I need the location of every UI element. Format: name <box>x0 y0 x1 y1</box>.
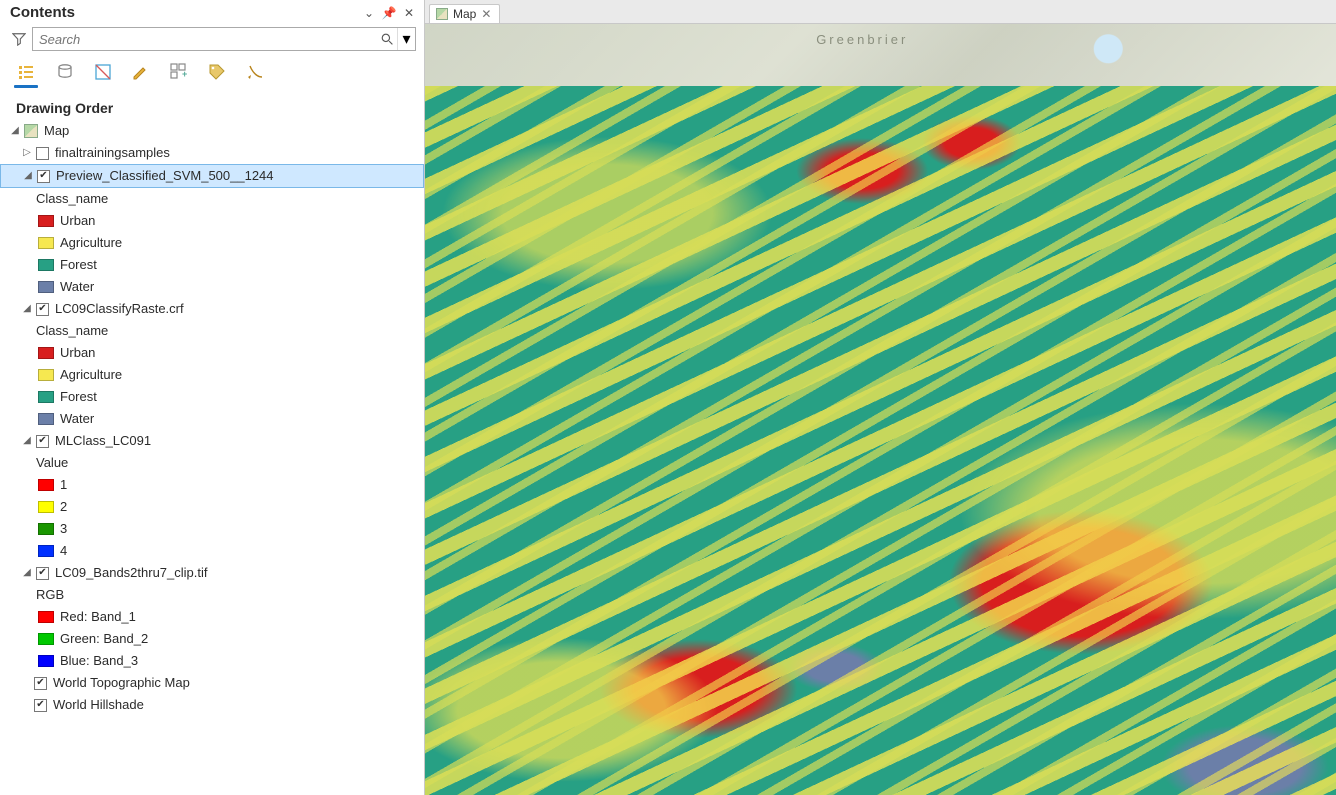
view-tab-strip: Map ✕ <box>425 0 1336 24</box>
filter-icon[interactable] <box>10 30 28 48</box>
collapse-icon[interactable]: ◢ <box>22 436 32 446</box>
layer-checkbox[interactable] <box>37 170 50 183</box>
legend-item: Urban <box>0 210 424 232</box>
tree-root-map[interactable]: ◢ Map <box>0 120 424 142</box>
collapse-icon[interactable]: ◢ <box>22 568 32 578</box>
color-swatch <box>38 369 54 381</box>
layer-checkbox[interactable] <box>36 303 49 316</box>
color-swatch <box>38 413 54 425</box>
color-swatch <box>38 611 54 623</box>
tab-label: Map <box>453 7 476 21</box>
legend-heading: RGB <box>0 584 424 606</box>
collapse-icon[interactable]: ◢ <box>23 171 33 181</box>
legend-item: Blue: Band_3 <box>0 650 424 672</box>
color-swatch <box>38 391 54 403</box>
active-tab-indicator <box>14 85 38 88</box>
color-swatch <box>38 259 54 271</box>
legend-heading: Value <box>0 452 424 474</box>
legend-item: 2 <box>0 496 424 518</box>
map-label: Map <box>44 122 69 140</box>
map-icon <box>436 8 448 20</box>
legend-item: 4 <box>0 540 424 562</box>
list-by-data-source-icon[interactable] <box>54 61 76 83</box>
panel-header: Contents ⌄ 📌 ✕ <box>0 0 424 25</box>
legend-item: 1 <box>0 474 424 496</box>
panel-controls: ⌄ 📌 ✕ <box>362 6 416 20</box>
search-input[interactable] <box>33 32 377 47</box>
pin-icon[interactable]: 📌 <box>382 6 396 20</box>
legend-item: Water <box>0 408 424 430</box>
layer-label: World Topographic Map <box>53 674 190 692</box>
color-swatch <box>38 215 54 227</box>
list-by-labeling-icon[interactable] <box>206 61 228 83</box>
layer-label: finaltrainingsamples <box>55 144 170 162</box>
map-canvas[interactable]: Greenbrier <box>425 24 1336 795</box>
layer-label: World Hillshade <box>53 696 144 714</box>
color-swatch <box>38 633 54 645</box>
contents-panel: Contents ⌄ 📌 ✕ ▾ <box>0 0 425 795</box>
layer-tree: ◢ Map ▷ finaltrainingsamples ◢ Preview_C… <box>0 120 424 795</box>
legend-item: Forest <box>0 254 424 276</box>
search-row: ▾ <box>0 25 424 57</box>
search-dropdown-icon[interactable]: ▾ <box>397 28 415 50</box>
layer-checkbox[interactable] <box>34 699 47 712</box>
list-by-selection-icon[interactable] <box>92 61 114 83</box>
layer-checkbox[interactable] <box>34 677 47 690</box>
classified-raster-overlay <box>425 86 1336 795</box>
collapse-icon[interactable]: ◢ <box>22 304 32 314</box>
legend-heading: Class_name <box>0 188 424 210</box>
layer-mlclass-lc091[interactable]: ◢ MLClass_LC091 <box>0 430 424 452</box>
legend-item: Red: Band_1 <box>0 606 424 628</box>
color-swatch <box>38 347 54 359</box>
color-swatch <box>38 655 54 667</box>
search-box: ▾ <box>32 27 416 51</box>
basemap-place-label: Greenbrier <box>816 32 908 47</box>
color-swatch <box>38 545 54 557</box>
layer-world-topographic-map[interactable]: World Topographic Map <box>0 672 424 694</box>
layer-preview-classified-svm[interactable]: ◢ Preview_Classified_SVM_500__1244 <box>0 164 424 188</box>
list-by-drawing-order-icon[interactable] <box>16 61 38 83</box>
layer-label: MLClass_LC091 <box>55 432 151 450</box>
legend-item: Forest <box>0 386 424 408</box>
search-icon[interactable] <box>377 33 397 46</box>
list-by-perspective-icon[interactable] <box>244 61 266 83</box>
legend-heading: Class_name <box>0 320 424 342</box>
color-swatch <box>38 479 54 491</box>
legend-item: Agriculture <box>0 364 424 386</box>
panel-title: Contents <box>10 4 75 21</box>
layer-label: Preview_Classified_SVM_500__1244 <box>56 167 274 185</box>
color-swatch <box>38 237 54 249</box>
expand-icon[interactable]: ▷ <box>22 148 32 158</box>
color-swatch <box>38 501 54 513</box>
svg-text:+: + <box>182 69 187 79</box>
panel-menu-icon[interactable]: ⌄ <box>362 6 376 20</box>
list-by-snapping-icon[interactable]: + <box>168 61 190 83</box>
list-by-editing-icon[interactable] <box>130 61 152 83</box>
legend-item: Agriculture <box>0 232 424 254</box>
tab-map[interactable]: Map ✕ <box>429 4 500 23</box>
expand-icon[interactable]: ◢ <box>10 126 20 136</box>
drawing-order-heading: Drawing Order <box>0 94 424 120</box>
layer-label: LC09_Bands2thru7_clip.tif <box>55 564 208 582</box>
contents-toolbar: + <box>0 57 424 83</box>
layer-finaltrainingsamples[interactable]: ▷ finaltrainingsamples <box>0 142 424 164</box>
legend-item: Green: Band_2 <box>0 628 424 650</box>
layer-world-hillshade[interactable]: World Hillshade <box>0 694 424 716</box>
layer-checkbox[interactable] <box>36 567 49 580</box>
color-swatch <box>38 281 54 293</box>
legend-item: Urban <box>0 342 424 364</box>
close-tab-icon[interactable]: ✕ <box>481 7 491 21</box>
legend-item: 3 <box>0 518 424 540</box>
map-icon <box>24 124 38 138</box>
legend-item: Water <box>0 276 424 298</box>
layer-label: LC09ClassifyRaste.crf <box>55 300 184 318</box>
close-panel-icon[interactable]: ✕ <box>402 6 416 20</box>
color-swatch <box>38 523 54 535</box>
layer-checkbox[interactable] <box>36 435 49 448</box>
map-area: Map ✕ Greenbrier <box>425 0 1336 795</box>
layer-checkbox[interactable] <box>36 147 49 160</box>
layer-lc09-bands-clip[interactable]: ◢ LC09_Bands2thru7_clip.tif <box>0 562 424 584</box>
layer-lc09classifyraste[interactable]: ◢ LC09ClassifyRaste.crf <box>0 298 424 320</box>
